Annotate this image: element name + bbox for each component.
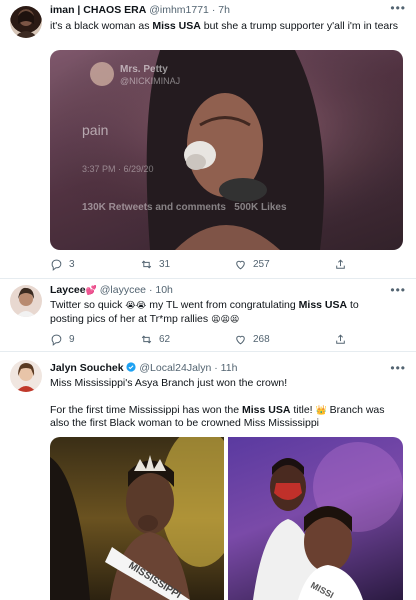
more-horizontal-icon[interactable]: •••	[390, 361, 406, 375]
author-handle[interactable]: @layycee	[100, 284, 146, 296]
tweet-actions: 3 31 257	[50, 258, 396, 274]
separator: ·	[148, 284, 153, 296]
separator: ·	[211, 4, 216, 16]
tweet-actions: 9 62 268	[50, 333, 396, 349]
tweet-text: Miss Mississippi's Asya Branch just won …	[50, 377, 402, 431]
text-segment: For the first time Mississippi has won t…	[50, 403, 242, 416]
embedded-account-name: Mrs. Petty	[120, 64, 168, 75]
reply-button[interactable]: 3	[50, 258, 75, 271]
share-icon	[336, 334, 345, 344]
highlight-term: Miss USA	[241, 403, 291, 416]
embedded-stats: 130K Retweets and comments 500K Likes	[82, 202, 287, 213]
more-horizontal-icon[interactable]: •••	[390, 283, 406, 297]
retweet-icon	[141, 335, 152, 344]
tweet-paragraph-2: For the first time Mississippi has won t…	[50, 404, 402, 431]
tweet-media-image[interactable]: Mrs. Petty @NICKIMINAJ pain 3:37 PM · 6/…	[50, 50, 403, 250]
share-button[interactable]	[334, 258, 347, 271]
text-segment: Twitter so quick	[50, 299, 126, 311]
timestamp[interactable]: 10h	[155, 284, 173, 296]
emoji: 😫😫😫	[211, 313, 240, 324]
author-name[interactable]: Laycee	[50, 284, 86, 296]
emoji: 😭😭	[125, 300, 147, 310]
more-horizontal-icon[interactable]: •••	[390, 1, 406, 15]
like-count: 268	[253, 334, 270, 345]
author-handle[interactable]: @imhm1771	[149, 4, 209, 16]
media-illustration: MISSI	[253, 442, 403, 600]
crown-emoji: 👑	[315, 404, 327, 415]
author-name[interactable]: iman | CHAOS ERA	[50, 4, 146, 16]
media-illustration: MISSISSIPPI	[50, 437, 224, 600]
reply-icon	[51, 259, 62, 271]
retweet-button[interactable]: 62	[140, 333, 170, 346]
like-button[interactable]: 268	[234, 333, 270, 346]
reply-count: 3	[69, 259, 75, 270]
like-count: 257	[253, 259, 270, 270]
retweet-button[interactable]: 31	[140, 258, 170, 271]
separator: ·	[214, 362, 218, 374]
text-segment: posting pics of her at Tr*mp rallies	[50, 312, 212, 325]
highlight-term: Miss USA	[298, 299, 348, 311]
verified-badge-icon	[126, 362, 137, 372]
share-icon	[336, 259, 345, 269]
text-segment: it's a black woman as	[50, 20, 153, 32]
tweet-media-image-2[interactable]: MISSI	[228, 437, 403, 600]
embedded-tweet-avatar	[90, 62, 114, 86]
text-segment: but she a trump supporter y'all i'm in t…	[200, 20, 399, 32]
tweet-2[interactable]: Laycee💕 @layycee · 10h ••• Twitter so qu…	[0, 279, 416, 352]
avatar[interactable]	[10, 360, 42, 392]
reply-count: 9	[69, 334, 75, 345]
retweet-count: 31	[159, 259, 171, 270]
retweet-icon	[141, 260, 152, 269]
tweet-text-line-2: posting pics of her at Tr*mp rallies 😫😫😫	[50, 313, 402, 327]
timestamp[interactable]: 7h	[218, 4, 230, 16]
heart-icon	[236, 260, 245, 270]
tweet-header: Jalyn Souchek @Local24Jalyn · 11h	[50, 362, 394, 375]
like-button[interactable]: 257	[234, 258, 270, 271]
text-segment: title!	[290, 403, 316, 416]
tweet-header: iman | CHAOS ERA @imhm1771 · 7h	[50, 4, 394, 17]
tweet-header: Laycee💕 @layycee · 10h	[50, 284, 394, 297]
text-segment: my TL went from congratulating	[146, 299, 299, 311]
highlight-term: Miss USA	[152, 20, 201, 32]
tweet-3[interactable]: Jalyn Souchek @Local24Jalyn · 11h ••• Mi…	[0, 352, 416, 600]
reply-button[interactable]: 9	[50, 333, 75, 346]
tweet-media-image-1[interactable]: MISSISSIPPI	[50, 437, 224, 600]
tweet-text: Twitter so quick 😭😭 my TL went from cong…	[50, 299, 402, 326]
reply-icon	[51, 334, 62, 346]
avatar[interactable]	[10, 6, 42, 38]
share-button[interactable]	[334, 333, 347, 346]
embedded-tweet-text: pain	[82, 122, 109, 138]
timestamp[interactable]: 11h	[221, 362, 238, 374]
tweet-paragraph-1: Miss Mississippi's Asya Branch just won …	[50, 377, 288, 389]
name-emoji: 💕	[85, 285, 97, 295]
text-segment: to	[347, 299, 359, 311]
avatar[interactable]	[10, 285, 42, 317]
author-name[interactable]: Jalyn Souchek	[50, 362, 124, 374]
retweet-count: 62	[159, 334, 171, 345]
heart-icon	[236, 335, 245, 345]
author-handle[interactable]: @Local24Jalyn	[139, 362, 211, 374]
tweet-text: it's a black woman as Miss USA but she a…	[50, 20, 402, 34]
embedded-account-handle: @NICKIMINAJ	[120, 76, 181, 86]
tweet-text-line-1: Twitter so quick 😭😭 my TL went from cong…	[50, 299, 402, 313]
tweet-1[interactable]: iman | CHAOS ERA @imhm1771 · 7h ••• it's…	[0, 0, 416, 279]
embedded-timestamp: 3:37 PM · 6/29/20	[82, 164, 154, 174]
